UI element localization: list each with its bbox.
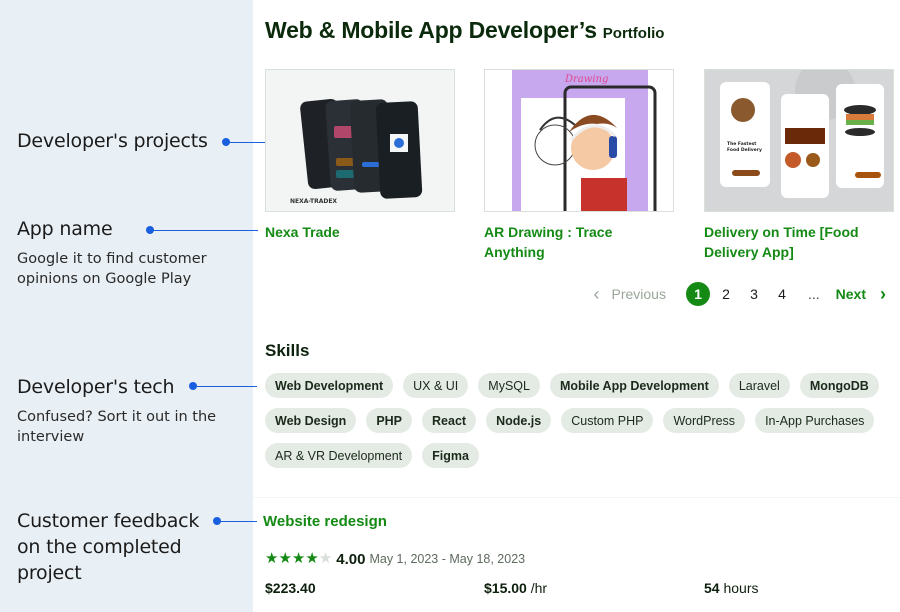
skill-chip[interactable]: MongoDB xyxy=(799,373,879,398)
annotation-title: Developer's projects xyxy=(17,130,208,152)
project-card[interactable]: NEXA-TRADEX Nexa Trade xyxy=(265,69,455,242)
annotation-developers-projects: Developer's projects xyxy=(17,128,208,154)
previous-page-button[interactable]: ‹ Previous xyxy=(594,284,666,305)
page-button-2[interactable]: 2 xyxy=(714,282,738,306)
skill-chip[interactable]: React xyxy=(422,408,477,433)
annotation-title: App name xyxy=(17,218,113,240)
skill-chip[interactable]: Custom PHP xyxy=(561,408,654,433)
skill-chip[interactable]: Figma xyxy=(422,443,479,468)
connector-line xyxy=(217,521,257,522)
project-thumbnail[interactable]: The Fastest Food Delivery xyxy=(704,69,894,212)
feedback-rating: ★★★★★ 4.00 May 1, 2023 - May 18, 2023 xyxy=(265,550,525,568)
star-filled-icon: ★ xyxy=(278,550,292,567)
annotation-title: Developer's tech xyxy=(17,376,175,398)
skill-chip[interactable]: Web Development xyxy=(265,373,394,398)
skills-heading: Skills xyxy=(265,341,310,360)
phones-mockup-image: NEXA-TRADEX xyxy=(266,70,454,211)
star-filled-icon: ★ xyxy=(291,550,306,567)
page-title: Web & Mobile App Developer’s Portfolio xyxy=(265,17,664,44)
chevron-right-icon: › xyxy=(880,283,886,304)
skill-chip[interactable]: PHP xyxy=(366,408,413,433)
skill-chip[interactable]: MySQL xyxy=(478,373,540,398)
total-value: $223.40 xyxy=(265,580,316,596)
connector-line xyxy=(226,142,266,143)
hours-unit: hours xyxy=(723,580,759,596)
project-card[interactable]: The Fastest Food Delivery Delivery on Ti… xyxy=(704,69,894,262)
svg-text:The Fastest: The Fastest xyxy=(727,141,757,147)
project-dates: May 1, 2023 - May 18, 2023 xyxy=(369,552,526,566)
star-empty-icon: ★ xyxy=(318,550,333,567)
food-delivery-image: The Fastest Food Delivery xyxy=(705,70,893,211)
previous-label: Previous xyxy=(611,286,666,302)
svg-text:Drawing: Drawing xyxy=(564,74,608,85)
section-divider xyxy=(253,497,900,498)
skill-chip[interactable]: Web Design xyxy=(265,408,357,433)
annotation-developers-tech: Developer's tech Confused? Sort it out i… xyxy=(17,374,232,447)
skill-chip[interactable]: WordPress xyxy=(663,408,746,433)
project-thumbnail[interactable]: Drawing xyxy=(484,69,674,212)
connector-line xyxy=(193,386,257,387)
next-label: Next xyxy=(835,286,866,302)
project-thumbnail[interactable]: NEXA-TRADEX xyxy=(265,69,455,212)
star-filled-icon: ★ xyxy=(265,550,279,567)
hourly-rate: $15.00 /hr xyxy=(484,580,547,596)
star-filled-icon: ★ xyxy=(305,550,319,567)
skill-chip[interactable]: Node.js xyxy=(486,408,552,433)
feedback-project-title[interactable]: Website redesign xyxy=(263,513,387,530)
page-title-sub: Portfolio xyxy=(602,25,665,42)
skill-chip[interactable]: In-App Purchases xyxy=(755,408,875,433)
project-name-link[interactable]: Delivery on Time [Food Delivery App] xyxy=(704,222,894,262)
annotation-customer-feedback: Customer feedback on the completed proje… xyxy=(17,508,217,586)
hours-value: 54 xyxy=(704,580,720,596)
chevron-left-icon: ‹ xyxy=(593,283,600,304)
skill-chip[interactable]: Laravel xyxy=(728,373,790,398)
connector-line xyxy=(150,230,258,231)
skill-chip[interactable]: UX & UI xyxy=(403,373,469,398)
skill-chip[interactable]: AR & VR Development xyxy=(265,443,413,468)
annotation-description: Google it to find customer opinions on G… xyxy=(17,251,207,287)
annotation-description: Confused? Sort it out in the interview xyxy=(17,409,217,445)
page-button-1[interactable]: 1 xyxy=(685,282,710,306)
project-name-link[interactable]: Nexa Trade xyxy=(265,222,455,242)
rate-unit: /hr xyxy=(530,580,548,596)
annotation-title: Customer feedback on the completed proje… xyxy=(17,510,200,584)
next-page-button[interactable]: Next › xyxy=(836,284,886,305)
svg-text:NEXA-TRADEX: NEXA-TRADEX xyxy=(290,198,337,205)
pagination-ellipsis: ... xyxy=(807,286,820,302)
annotation-app-name: App name Google it to find customer opin… xyxy=(17,216,232,289)
hours-worked: 54 hours xyxy=(704,580,759,596)
page-title-main: Web & Mobile App Developer’s xyxy=(265,17,597,43)
project-name-link[interactable]: AR Drawing : Trace Anything xyxy=(484,222,674,262)
svg-text:Food Delivery: Food Delivery xyxy=(727,147,762,153)
ar-drawing-image: Drawing xyxy=(485,70,673,211)
project-card[interactable]: Drawing AR Drawing : Trace Anything xyxy=(484,69,674,262)
page-button-3[interactable]: 3 xyxy=(742,282,766,306)
pagination: ‹ Previous 1 2 3 4 ... Next › xyxy=(594,282,886,306)
star-rating: ★★★★★ xyxy=(265,550,332,568)
skill-chip[interactable]: Mobile App Development xyxy=(549,373,719,398)
total-earned: $223.40 xyxy=(265,580,316,596)
skills-list: Web Development UX & UI MySQL Mobile App De… xyxy=(265,373,885,468)
rate-value: $15.00 xyxy=(484,580,527,596)
rating-score: 4.00 xyxy=(336,550,366,568)
page-button-4[interactable]: 4 xyxy=(770,282,794,306)
